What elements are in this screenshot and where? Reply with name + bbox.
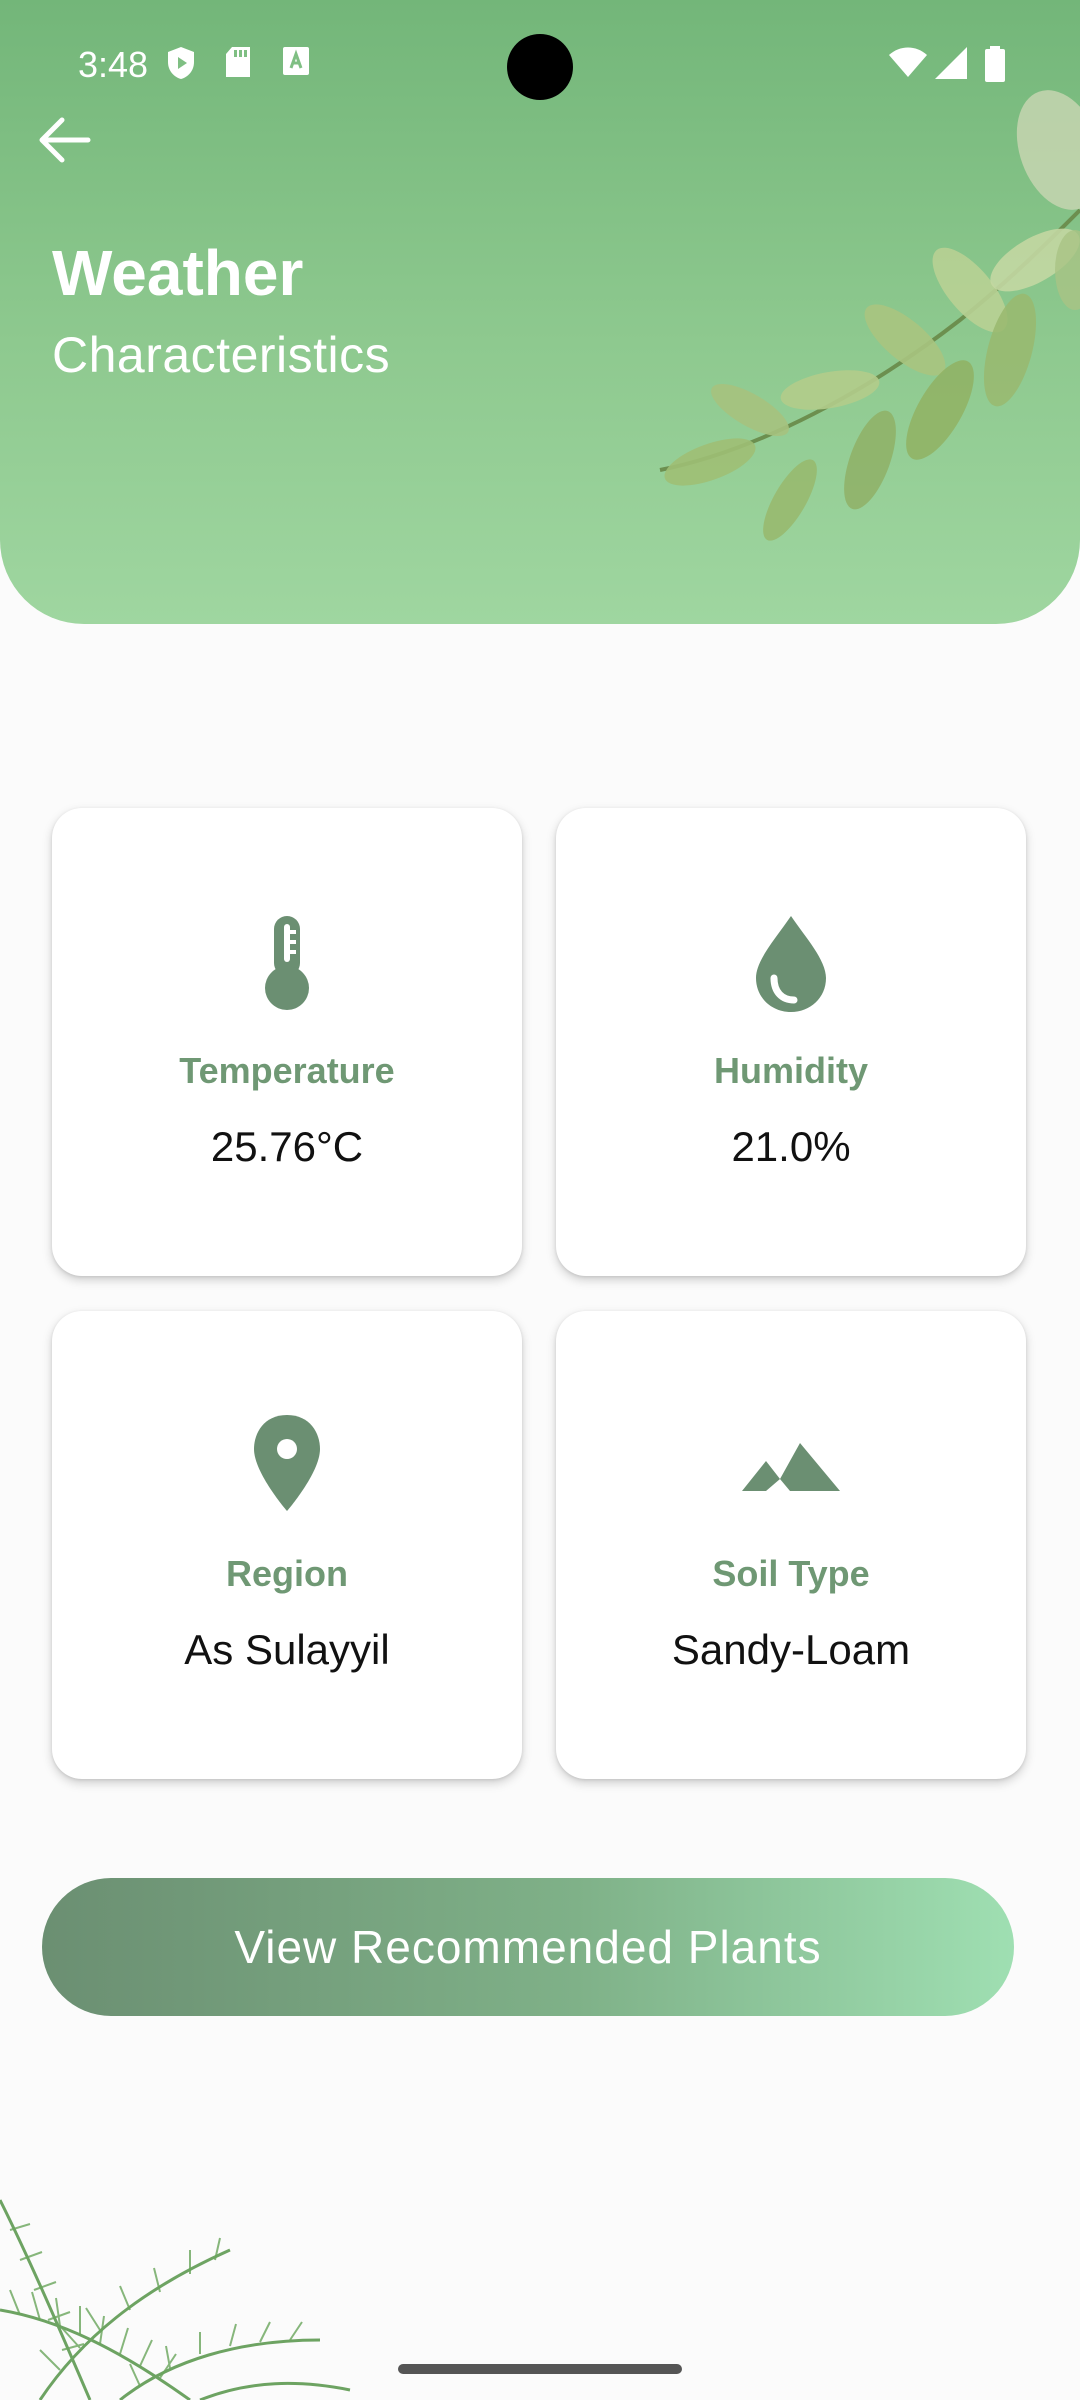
soil-type-value: Sandy-Loam <box>671 1626 911 1673</box>
region-value: As Sulayyil <box>184 1626 390 1673</box>
wifi-icon <box>889 47 927 77</box>
soil-type-card: Soil Type Sandy-Loam <box>556 1311 1026 1779</box>
status-time: 3:48 <box>78 44 149 85</box>
sd-card-icon <box>226 47 250 77</box>
soil-type-label: Soil Type <box>712 1553 870 1594</box>
view-recommended-plants-button[interactable]: View Recommended Plants <box>42 1878 1014 2016</box>
location-pin-icon <box>254 1415 320 1511</box>
camera-cutout <box>507 34 573 100</box>
header: 3:48 Weather Characteristics <box>0 0 1080 624</box>
humidity-card: Humidity 21.0% <box>556 808 1026 1276</box>
palm-leaf-decoration <box>0 2199 351 2400</box>
page-subtitle: Characteristics <box>52 327 391 383</box>
battery-icon <box>985 46 1005 82</box>
thermometer-icon <box>265 916 309 1010</box>
humidity-label: Humidity <box>713 1050 868 1091</box>
play-protect-icon <box>168 47 194 79</box>
cellular-signal-icon <box>935 47 967 79</box>
text-recognition-icon <box>283 47 309 75</box>
temperature-card: Temperature 25.76°C <box>52 808 522 1276</box>
back-arrow-icon[interactable] <box>32 108 96 172</box>
leaf-decoration <box>659 90 1080 541</box>
humidity-value: 21.0% <box>731 1123 851 1170</box>
region-card: Region As Sulayyil <box>52 1311 522 1779</box>
region-label: Region <box>226 1553 348 1594</box>
page-title: Weather <box>52 237 304 309</box>
temperature-value: 25.76°C <box>210 1123 364 1170</box>
terrain-icon <box>742 1443 840 1491</box>
home-indicator[interactable] <box>398 2364 682 2374</box>
temperature-label: Temperature <box>179 1050 395 1091</box>
water-drop-icon <box>756 916 826 1012</box>
